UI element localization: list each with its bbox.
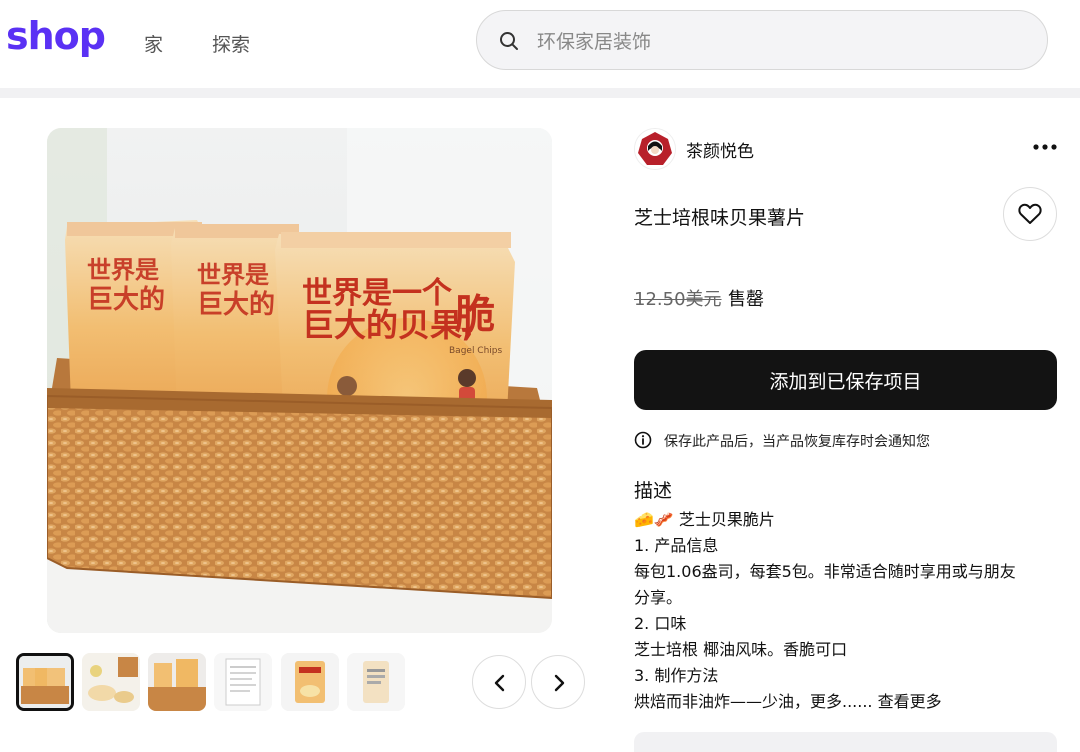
svg-text:巨大的: 巨大的 bbox=[197, 289, 275, 320]
thumbnail-image bbox=[347, 653, 405, 711]
shop-name[interactable]: 茶颜悦色 bbox=[686, 137, 754, 162]
bag-headline-2: 巨大的贝果, bbox=[302, 306, 474, 344]
heart-icon bbox=[1018, 203, 1042, 224]
shop-logo[interactable]: shop bbox=[6, 14, 106, 58]
thumbnail-image bbox=[82, 653, 140, 711]
header-divider bbox=[0, 88, 1080, 98]
description-line: 每包1.06盎司，每套5包。非常适合随时享用或与朋友 bbox=[634, 562, 1016, 581]
description-line: 🧀🥓 芝士贝果脆片 bbox=[634, 510, 775, 529]
thumbnail-image bbox=[148, 653, 206, 711]
product-photo: 世界是一个 巨大的贝果, 脆 Bagel Chips 世界是 巨大的 世界是 巨… bbox=[47, 128, 552, 633]
nav-explore[interactable]: 探索 bbox=[212, 30, 250, 57]
info-icon bbox=[634, 431, 652, 449]
svg-text:巨大的: 巨大的 bbox=[87, 284, 165, 315]
thumbnail-image bbox=[19, 656, 71, 708]
search-bar[interactable] bbox=[476, 10, 1048, 70]
bag-headline-crisp: 脆 bbox=[455, 292, 495, 338]
thumbnail-6[interactable] bbox=[347, 653, 405, 711]
header: shop 家 探索 bbox=[0, 0, 1080, 88]
description-line: 1. 产品信息 bbox=[634, 536, 719, 555]
description-line-see-more[interactable]: 烘焙而非油炸——少油，更多...... 查看更多 bbox=[634, 688, 942, 712]
rattan-basket bbox=[47, 388, 552, 600]
restock-notice: 保存此产品后，当产品恢复库存时会通知您 bbox=[664, 434, 930, 450]
shop-avatar[interactable] bbox=[634, 128, 676, 170]
prev-image-button[interactable] bbox=[472, 655, 526, 709]
thumbnail-image bbox=[281, 653, 339, 711]
svg-text:世界是: 世界是 bbox=[197, 261, 269, 289]
more-options-button[interactable] bbox=[1028, 132, 1062, 162]
nav-home[interactable]: 家 bbox=[144, 30, 163, 57]
favorite-button[interactable] bbox=[1003, 187, 1057, 241]
thumbnail-5[interactable] bbox=[281, 653, 339, 711]
save-item-button[interactable]: 添加到已保存项目 bbox=[634, 350, 1057, 410]
bag-brand: Bagel Chips bbox=[449, 346, 503, 356]
next-image-button[interactable] bbox=[531, 655, 585, 709]
product-price: 12.50美元 bbox=[634, 289, 722, 310]
description-line: 2. 口味 bbox=[634, 614, 687, 633]
product-title: 芝士培根味贝果薯片 bbox=[634, 207, 806, 229]
thumbnail-4[interactable] bbox=[214, 653, 272, 711]
chevron-right-icon bbox=[554, 674, 565, 692]
chevron-left-icon bbox=[494, 674, 505, 692]
search-input[interactable] bbox=[535, 25, 1019, 59]
bottom-panel-edge bbox=[634, 732, 1057, 752]
product-main-image[interactable]: 世界是一个 巨大的贝果, 脆 Bagel Chips 世界是 巨大的 世界是 巨… bbox=[47, 128, 552, 633]
description-line: 芝士培根 椰油风味。香脆可口 bbox=[634, 640, 848, 659]
thumbnail-2[interactable] bbox=[82, 653, 140, 711]
thumbnail-1[interactable] bbox=[16, 653, 74, 711]
description-line: 分享。 bbox=[634, 588, 683, 607]
svg-text:世界是: 世界是 bbox=[87, 256, 159, 284]
thumbnail-3[interactable] bbox=[148, 653, 206, 711]
more-dots-icon bbox=[1033, 144, 1057, 150]
sold-out-label: 售罄 bbox=[728, 289, 764, 310]
shop-logo-icon bbox=[635, 129, 675, 169]
thumbnail-image bbox=[214, 653, 272, 711]
description-heading: 描述 bbox=[634, 480, 673, 502]
description-line: 3. 制作方法 bbox=[634, 666, 719, 685]
search-icon bbox=[500, 32, 518, 50]
